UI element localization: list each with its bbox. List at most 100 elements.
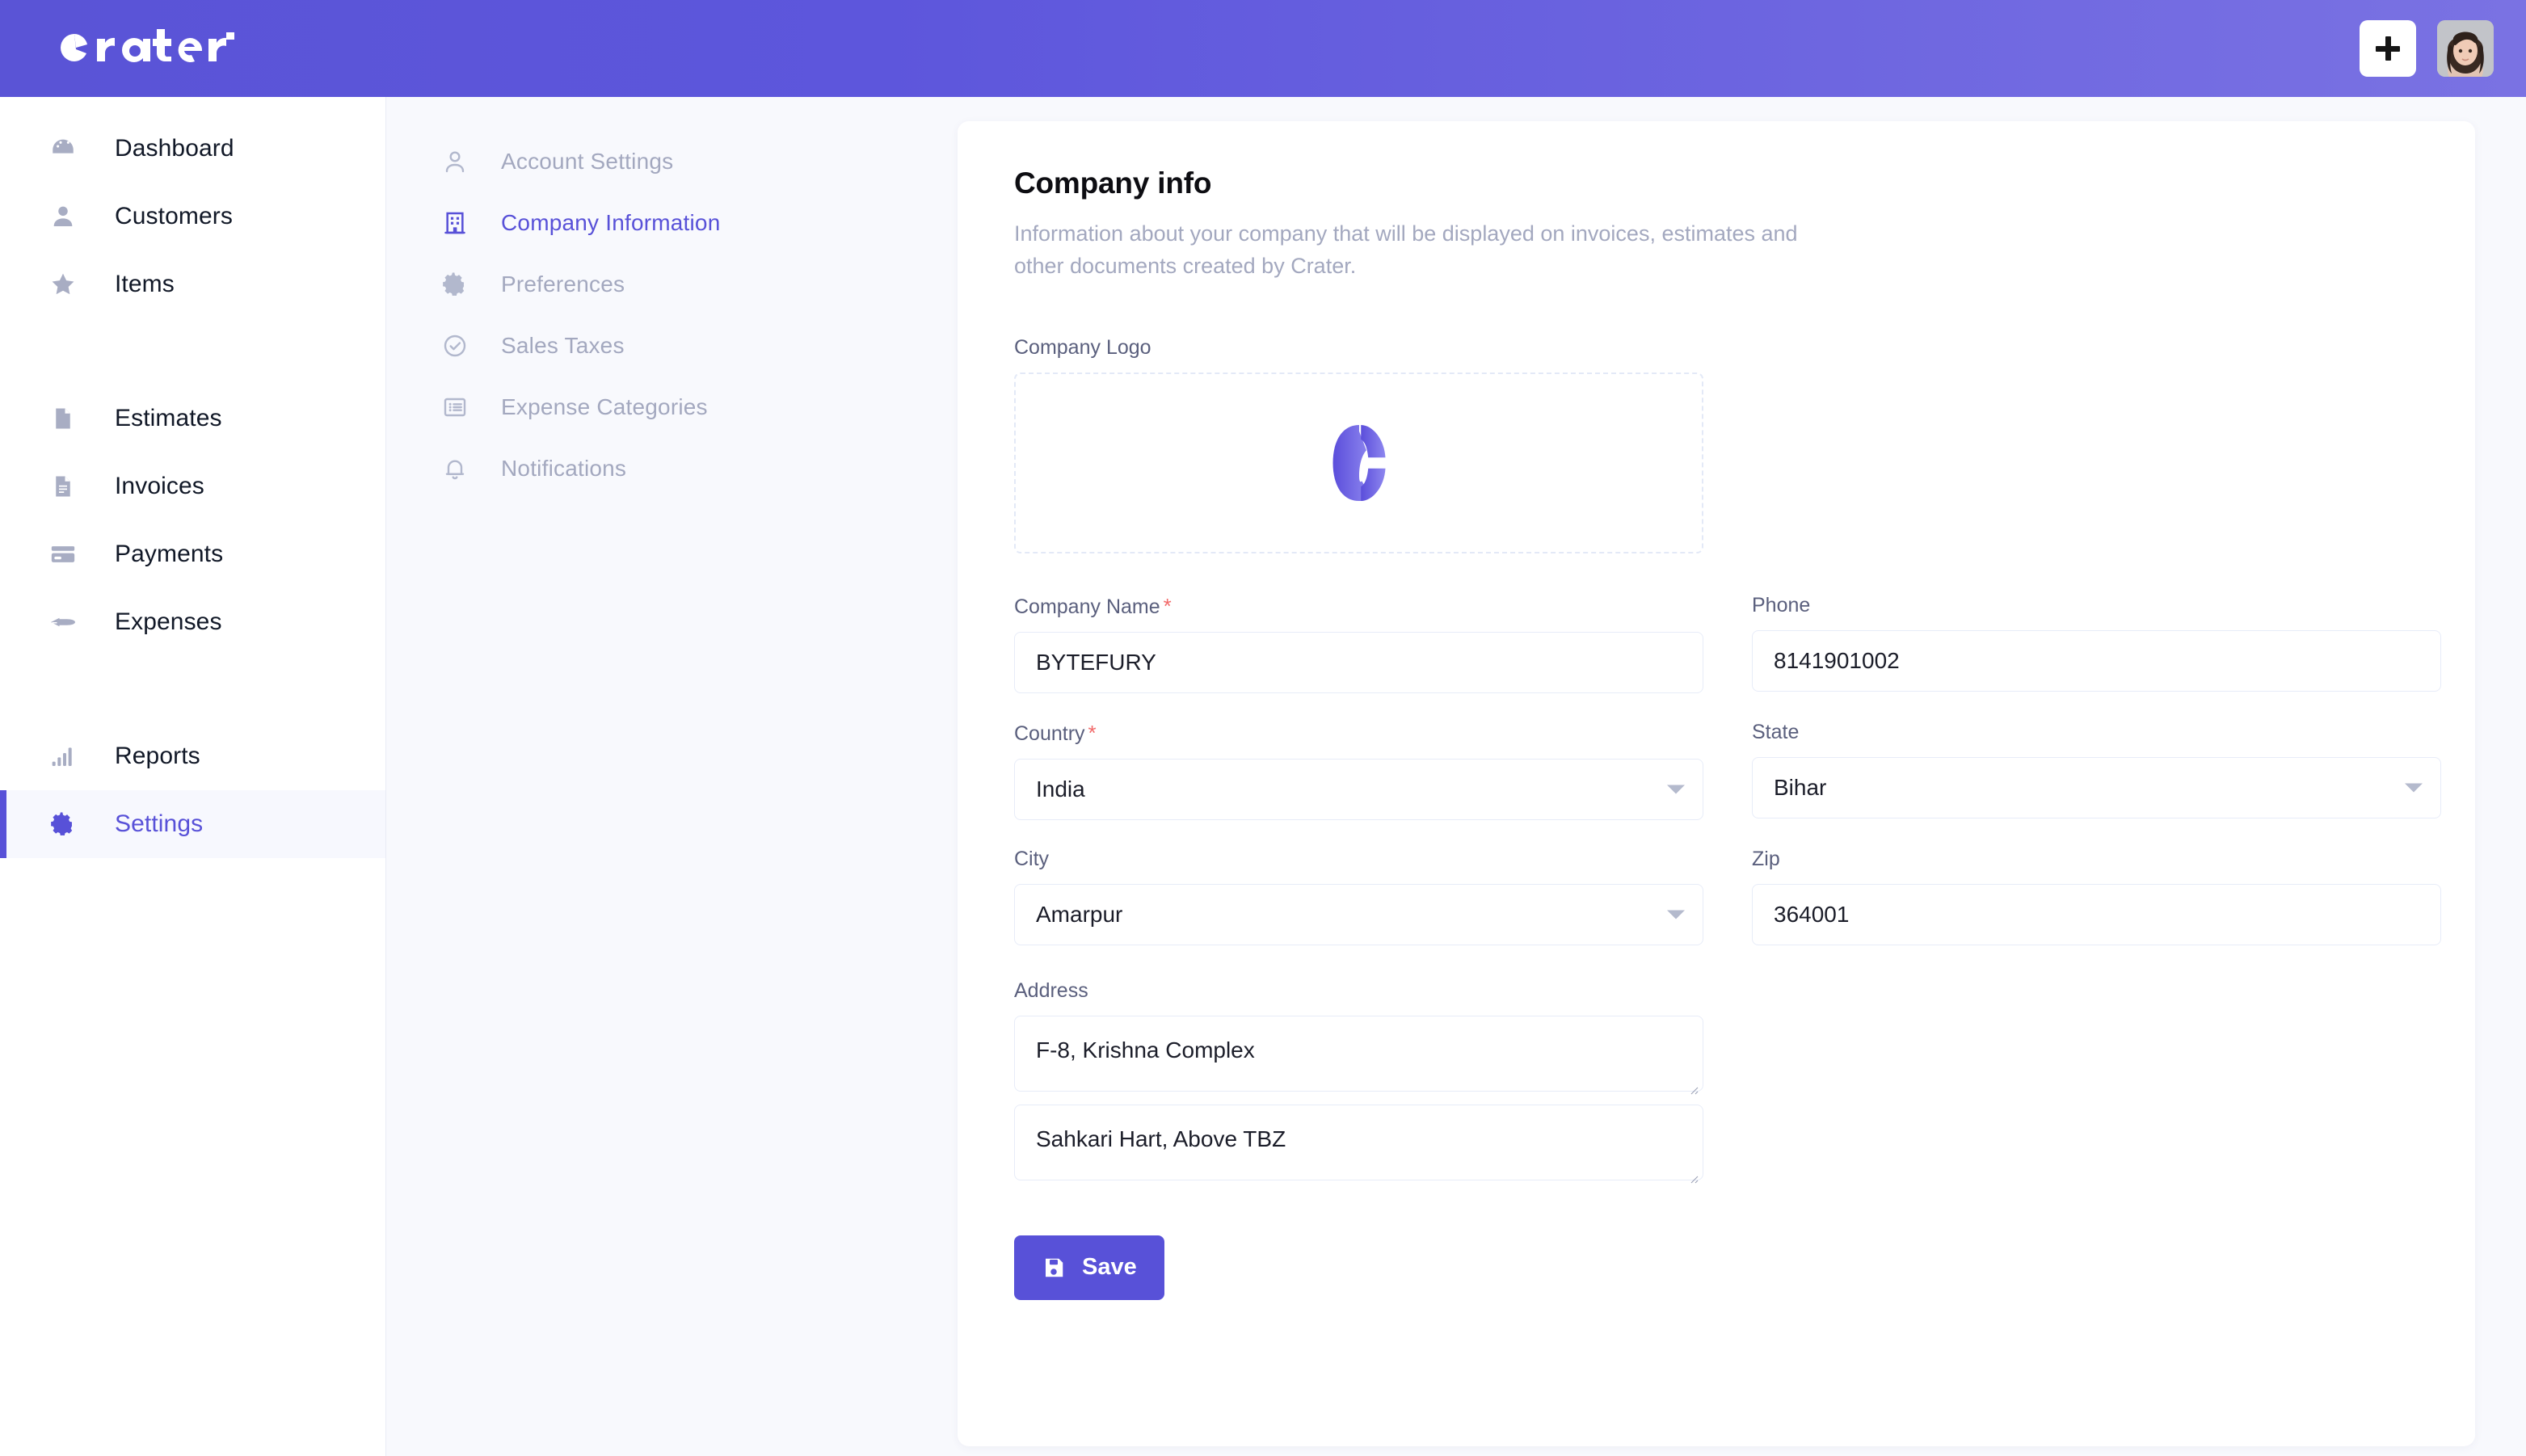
country-label: Country *: [1014, 721, 1703, 746]
city-select[interactable]: Amarpur: [1014, 883, 1703, 945]
state-label: State: [1752, 720, 1800, 743]
city-selected-value: Amarpur: [1036, 901, 1123, 927]
sidebar-item-label: Items: [115, 271, 175, 297]
avatar[interactable]: [2437, 20, 2494, 77]
crater-wordmark-icon: [61, 29, 234, 62]
required-asterisk: *: [1163, 593, 1172, 618]
sidebar-item-label: Payments: [115, 541, 224, 567]
save-disk-icon: [1042, 1256, 1066, 1280]
sidebar-item-label: Expenses: [115, 608, 222, 635]
company-form-grid: Company Name * BYTEFURY Phone 8141901002 …: [1014, 594, 2441, 945]
sidebar-item-invoices[interactable]: Invoices: [0, 452, 385, 520]
address-line1-value: F-8, Krishna Complex: [1036, 1037, 1255, 1063]
field-company-name: Company Name * BYTEFURY: [1014, 594, 1703, 693]
zip-input[interactable]: 364001: [1752, 883, 2441, 945]
sidebar-item-label: Estimates: [115, 405, 222, 431]
invoice-icon: [47, 470, 79, 503]
page-title: Company info: [1014, 166, 1212, 200]
sidebar-item-label: Invoices: [115, 473, 204, 499]
subnav-item-label: Account Settings: [501, 149, 674, 174]
country-selected-value: India: [1036, 776, 1085, 802]
subnav-item-account-settings[interactable]: Account Settings: [386, 131, 958, 192]
bar-chart-icon: [47, 740, 79, 772]
resize-handle-icon[interactable]: [1686, 1075, 1699, 1095]
bell-icon: [440, 453, 470, 484]
plus-icon: [2376, 36, 2400, 61]
sidebar-item-reports[interactable]: Reports: [0, 722, 385, 790]
field-city: City Amarpur: [1014, 848, 1703, 945]
subnav-item-label: Preferences: [501, 271, 625, 297]
phone-input[interactable]: 8141901002: [1752, 629, 2441, 692]
sidebar-item-items[interactable]: Items: [0, 250, 385, 318]
city-label: City: [1014, 847, 1050, 870]
sidebar-item-payments[interactable]: Payments: [0, 520, 385, 588]
list-icon: [440, 392, 470, 423]
subnav-item-label: Company Information: [501, 210, 721, 235]
crater-logo-mark-icon: [1332, 424, 1385, 501]
building-icon: [440, 208, 470, 238]
resize-handle-icon[interactable]: [1686, 1164, 1699, 1184]
app-header: [0, 0, 2526, 97]
state-selected-value: Bihar: [1774, 774, 1827, 800]
sidebar-group-1: Dashboard Customers Items: [0, 97, 385, 318]
field-state: State Bihar: [1752, 721, 2441, 820]
required-asterisk: *: [1088, 720, 1097, 745]
gear-icon: [47, 808, 79, 840]
credit-card-icon: [47, 538, 79, 570]
main-sidebar: Dashboard Customers Items Estimates Invo…: [0, 97, 386, 1456]
address-line1-textarea[interactable]: F-8, Krishna Complex: [1014, 1015, 1703, 1095]
company-name-input[interactable]: BYTEFURY: [1014, 631, 1703, 693]
subnav-item-label: Notifications: [501, 456, 627, 481]
sidebar-group-2: Estimates Invoices Payments Expenses: [0, 318, 385, 656]
field-zip: Zip 364001: [1752, 848, 2441, 945]
sidebar-item-settings[interactable]: Settings: [0, 790, 385, 858]
gauge-icon: [47, 133, 79, 165]
user-outline-icon: [440, 146, 470, 177]
company-name-label-text: Company Name: [1014, 595, 1160, 618]
check-circle-icon: [440, 330, 470, 361]
sidebar-item-customers[interactable]: Customers: [0, 183, 385, 250]
sidebar-item-dashboard[interactable]: Dashboard: [0, 115, 385, 183]
subnav-item-company-information[interactable]: Company Information: [386, 192, 958, 254]
country-label-text: Country: [1014, 722, 1085, 745]
document-icon: [47, 402, 79, 435]
company-logo-label: Company Logo: [1014, 335, 1151, 359]
sidebar-item-expenses[interactable]: Expenses: [0, 588, 385, 656]
zip-label: Zip: [1752, 847, 1780, 870]
settings-subnav: Account Settings Company Information Pre…: [386, 97, 958, 1456]
company-logo-dropzone[interactable]: [1014, 372, 1703, 553]
field-address: Address F-8, Krishna Complex Sahkari Har…: [1014, 978, 2419, 1184]
brand-logo[interactable]: [50, 24, 244, 73]
subnav-item-label: Sales Taxes: [501, 333, 625, 358]
field-phone: Phone 8141901002: [1752, 594, 2441, 693]
sidebar-item-label: Customers: [115, 203, 233, 229]
sidebar-item-label: Settings: [115, 810, 204, 837]
sidebar-item-label: Reports: [115, 743, 200, 769]
add-button[interactable]: [2360, 20, 2416, 77]
rocket-icon: [47, 606, 79, 638]
sidebar-group-3: Reports Settings: [0, 656, 385, 858]
state-select[interactable]: Bihar: [1752, 756, 2441, 818]
header-actions: [2360, 0, 2494, 97]
star-icon: [47, 268, 79, 301]
subnav-item-notifications[interactable]: Notifications: [386, 438, 958, 499]
subnav-item-label: Expense Categories: [501, 394, 708, 419]
address-label: Address: [1014, 978, 1088, 1002]
company-name-label: Company Name *: [1014, 594, 1703, 619]
country-select[interactable]: India: [1014, 758, 1703, 820]
gear-icon: [440, 269, 470, 300]
phone-label: Phone: [1752, 593, 1811, 616]
subnav-item-expense-categories[interactable]: Expense Categories: [386, 377, 958, 438]
address-line2-textarea[interactable]: Sahkari Hart, Above TBZ: [1014, 1104, 1703, 1184]
chevron-down-icon: [1667, 910, 1685, 919]
subnav-item-preferences[interactable]: Preferences: [386, 254, 958, 315]
sidebar-item-label: Dashboard: [115, 135, 234, 162]
save-button-label: Save: [1082, 1254, 1137, 1281]
sidebar-item-estimates[interactable]: Estimates: [0, 385, 385, 452]
subnav-item-sales-taxes[interactable]: Sales Taxes: [386, 315, 958, 377]
company-info-card: Company info Information about your comp…: [958, 121, 2475, 1446]
save-button[interactable]: Save: [1014, 1235, 1164, 1300]
field-country: Country * India: [1014, 721, 1703, 820]
chevron-down-icon: [2405, 783, 2423, 793]
page-description: Information about your company that will…: [1014, 221, 1798, 278]
